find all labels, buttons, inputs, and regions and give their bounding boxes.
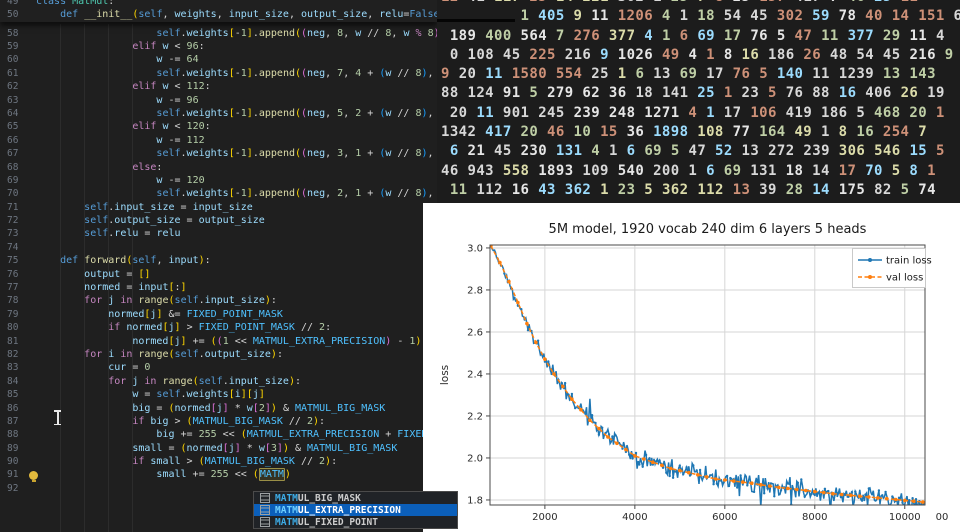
terminal-row: 20 11 901 245 239 248 1271 4 1 17 106 41…	[441, 104, 960, 123]
svg-text:3.0: 3.0	[467, 243, 483, 254]
svg-text:2000: 2000	[532, 512, 557, 523]
screen: 57 if w < 64: 58 self.weights[-1].append…	[0, 0, 960, 532]
line-number: 70	[0, 187, 33, 200]
svg-text:train loss: train loss	[886, 256, 932, 267]
line-number: 89	[0, 442, 33, 455]
terminal-row: 0 108 45 225 216 9 1026 49 4 1 8 16 186 …	[441, 46, 960, 65]
text-cursor-icon	[54, 410, 61, 425]
line-number: 49	[0, 0, 33, 8]
loss-chart: 2000 4000 6000 8000 10000 1.8 2.0 2.2 2.4 2.6 2.8 3…	[423, 203, 960, 532]
line-number: 50	[0, 8, 33, 21]
line-number: 84	[0, 375, 33, 388]
constant-icon	[260, 493, 270, 503]
sticky-lines: 49class MatMul:50 def __init__(self, wei…	[0, 0, 437, 22]
svg-text:2.4: 2.4	[467, 369, 483, 380]
line-number: 87	[0, 415, 33, 428]
line-number: 74	[0, 241, 33, 254]
svg-text:5M model, 1920 vocab 240 dim 6: 5M model, 1920 vocab 240 dim 6 layers 5 …	[549, 222, 867, 237]
line-number: 67	[0, 147, 33, 160]
terminal-row: 1342 417 20 46 10 15 36 1898 108 77 164 …	[441, 123, 960, 142]
indent-guide	[132, 24, 133, 532]
svg-text:6000: 6000	[712, 512, 737, 523]
line-number: 63	[0, 94, 33, 107]
terminal-row: 11 112 16 43 362 1 23 5 362 112 13 39 28…	[441, 181, 960, 200]
autocomplete-popup[interactable]: MATMUL_BIG_MASKMATMUL_EXTRA_PRECISIONMAT…	[253, 491, 458, 529]
line-number: 76	[0, 268, 33, 281]
svg-text:8000: 8000	[802, 512, 827, 523]
constant-icon	[260, 505, 270, 515]
sticky-code-line[interactable]: 49class MatMul:	[0, 0, 437, 8]
line-number: 66	[0, 134, 33, 147]
autocomplete-item[interactable]: MATMUL_FIXED_POINT	[254, 516, 457, 528]
terminal-row: 88 124 91 5 279 62 36 18 141 25 1 23 5 7…	[441, 84, 960, 103]
terminal-divider-line	[437, 19, 515, 22]
constant-icon	[260, 517, 270, 527]
line-number: 80	[0, 321, 33, 334]
line-number: 92	[0, 482, 33, 495]
autocomplete-item[interactable]: MATMUL_BIG_MASK	[254, 492, 457, 504]
svg-text:val loss: val loss	[886, 273, 923, 284]
sticky-scroll-header[interactable]: 49class MatMul:50 def __init__(self, wei…	[0, 0, 437, 22]
line-number: 75	[0, 254, 33, 267]
svg-text:2.6: 2.6	[467, 327, 483, 338]
line-number: 68	[0, 161, 33, 174]
line-number: 81	[0, 335, 33, 348]
terminal-row: 9 20 11 1580 554 25 1 6 13 69 17 76 5 14…	[441, 65, 960, 84]
line-number: 65	[0, 120, 33, 133]
line-number: 85	[0, 388, 33, 401]
svg-text:loss: loss	[439, 365, 451, 385]
svg-text:4000: 4000	[622, 512, 647, 523]
svg-text:00: 00	[936, 512, 949, 523]
indent-guide	[60, 24, 61, 532]
terminal-row: 46 943 558 1893 109 540 200 1 6 69 131 1…	[441, 162, 960, 181]
sticky-code-line[interactable]: 50 def __init__(self, weights, input_siz…	[0, 8, 437, 21]
line-number: 77	[0, 281, 33, 294]
line-number: 59	[0, 40, 33, 53]
line-number: 90	[0, 455, 33, 468]
line-number: 62	[0, 80, 33, 93]
line-number: 64	[0, 107, 33, 120]
svg-text:2.8: 2.8	[467, 285, 483, 296]
autocomplete-item[interactable]: MATMUL_EXTRA_PRECISION	[254, 504, 457, 516]
svg-text:2.0: 2.0	[467, 453, 483, 464]
line-number: 58	[0, 27, 33, 40]
terminal-row: 189 400 564 7 276 377 4 1 6 69 17 76 5 4…	[441, 27, 960, 46]
line-number: 69	[0, 174, 33, 187]
terminal-row: 1 405 9 11 1206 4 1 18 54 45 302 59 78 4…	[441, 7, 960, 26]
line-number: 72	[0, 214, 33, 227]
indent-guide	[84, 24, 85, 532]
line-number: 60	[0, 53, 33, 66]
line-number: 78	[0, 294, 33, 307]
line-number: 82	[0, 348, 33, 361]
lightbulb-icon[interactable]	[29, 471, 38, 480]
line-number: 83	[0, 361, 33, 374]
terminal-row: 12 41 117 25 14 221 302 1 25 7 8 25 157 …	[441, 0, 960, 7]
terminal-number-output[interactable]: 12 41 117 25 14 221 302 1 25 7 8 25 157 …	[437, 0, 960, 203]
terminal-row: 6 21 45 230 131 4 1 6 69 5 47 52 13 272 …	[441, 142, 960, 161]
line-number: 79	[0, 308, 33, 321]
loss-chart-window: 2000 4000 6000 8000 10000 1.8 2.0 2.2 2.4 2.6 2.8 3…	[423, 203, 960, 532]
line-number: 88	[0, 428, 33, 441]
line-number: 73	[0, 227, 33, 240]
indent-guide	[108, 24, 109, 532]
svg-text:2.2: 2.2	[467, 411, 483, 422]
line-number: 86	[0, 402, 33, 415]
svg-text:1.8: 1.8	[467, 495, 483, 506]
terminal-rows: 12 41 117 25 14 221 302 1 25 7 8 25 157 …	[437, 0, 960, 200]
line-number: 61	[0, 67, 33, 80]
line-number: 71	[0, 201, 33, 214]
svg-text:10000: 10000	[889, 512, 921, 523]
